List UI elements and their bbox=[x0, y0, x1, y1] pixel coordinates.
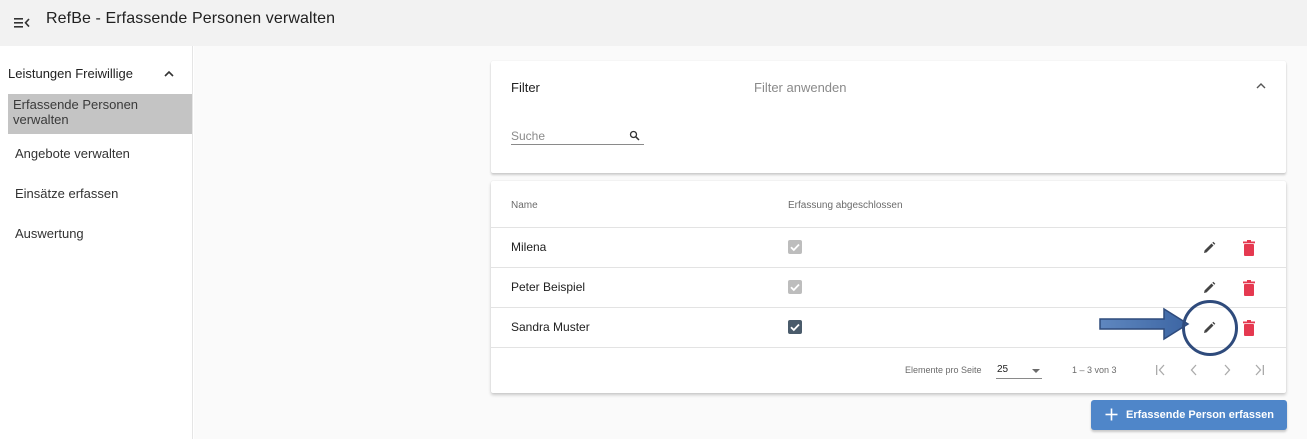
next-page-button[interactable] bbox=[1218, 361, 1236, 379]
paginator: Elemente pro Seite 25 1 – 3 von 3 bbox=[491, 347, 1286, 393]
first-page-button[interactable] bbox=[1152, 361, 1170, 379]
sidebar-item-label: Erfassende Personen verwalten bbox=[13, 97, 139, 127]
add-person-label: Erfassende Person erfassen bbox=[1126, 409, 1274, 421]
annotation-arrow-icon bbox=[1098, 306, 1190, 342]
sidebar-item-auswertung[interactable]: Auswertung bbox=[0, 226, 193, 241]
menu-collapse-icon[interactable] bbox=[13, 12, 33, 32]
filter-panel: Filter Filter anwenden bbox=[491, 61, 1286, 173]
dropdown-caret-icon bbox=[1032, 369, 1040, 373]
pencil-icon bbox=[1204, 241, 1216, 253]
cell-name: Peter Beispiel bbox=[511, 280, 586, 294]
previous-page-button[interactable] bbox=[1185, 361, 1203, 379]
completed-checkbox bbox=[788, 280, 802, 294]
sidebar-item-angebote[interactable]: Angebote verwalten bbox=[0, 146, 193, 161]
column-header-name[interactable]: Name bbox=[511, 200, 538, 211]
table-row: Peter Beispiel bbox=[491, 267, 1286, 307]
last-page-button[interactable] bbox=[1250, 361, 1268, 379]
search-input[interactable] bbox=[511, 129, 621, 143]
items-per-page-label: Elemente pro Seite bbox=[905, 365, 982, 375]
sidebar-group-leistungen[interactable]: Leistungen Freiwillige bbox=[8, 66, 183, 86]
plus-icon bbox=[1105, 408, 1118, 421]
filter-title[interactable]: Filter bbox=[511, 80, 540, 95]
first-page-icon bbox=[1156, 364, 1165, 376]
trash-icon bbox=[1243, 280, 1255, 296]
items-per-page-value: 25 bbox=[997, 364, 1009, 375]
sidebar: Leistungen Freiwillige Erfassende Person… bbox=[0, 46, 193, 439]
last-page-icon bbox=[1255, 364, 1264, 376]
annotation-highlight-circle bbox=[1182, 300, 1238, 356]
sidebar-item-label: Angebote verwalten bbox=[15, 146, 130, 161]
chevron-right-icon bbox=[1224, 364, 1231, 376]
trash-icon bbox=[1243, 240, 1255, 256]
cell-name: Milena bbox=[511, 240, 547, 254]
sidebar-item-label: Einsätze erfassen bbox=[15, 186, 119, 201]
sidebar-item-label: Auswertung bbox=[15, 226, 84, 241]
search-icon bbox=[629, 128, 640, 141]
delete-button[interactable] bbox=[1241, 238, 1257, 258]
sidebar-item-erfassende-personen[interactable]: Erfassende Personen verwalten bbox=[8, 94, 192, 134]
sidebar-item-einsaetze[interactable]: Einsätze erfassen bbox=[0, 186, 193, 201]
page-title: RefBe - Erfassende Personen verwalten bbox=[46, 10, 336, 27]
chevron-up-icon[interactable] bbox=[1254, 79, 1268, 93]
sidebar-group-label: Leistungen Freiwillige bbox=[8, 66, 134, 81]
persons-table: Name Erfassung abgeschlossen Milena Pete… bbox=[491, 181, 1286, 393]
completed-checkbox bbox=[788, 240, 802, 254]
pencil-icon bbox=[1204, 281, 1216, 293]
column-header-completed[interactable]: Erfassung abgeschlossen bbox=[788, 200, 903, 211]
edit-button[interactable] bbox=[1199, 238, 1219, 258]
completed-checkbox[interactable] bbox=[788, 320, 802, 334]
delete-button[interactable] bbox=[1241, 318, 1257, 338]
chevron-left-icon bbox=[1190, 364, 1197, 376]
add-person-button[interactable]: Erfassende Person erfassen bbox=[1091, 400, 1287, 430]
trash-icon bbox=[1243, 320, 1255, 336]
app-toolbar: RefBe - Erfassende Personen verwalten bbox=[0, 0, 1307, 46]
items-per-page-select[interactable]: 25 bbox=[996, 363, 1042, 379]
delete-button[interactable] bbox=[1241, 278, 1257, 298]
table-row: Milena bbox=[491, 227, 1286, 267]
chevron-up-icon bbox=[163, 68, 175, 80]
edit-button[interactable] bbox=[1199, 278, 1219, 298]
filter-description: Filter anwenden bbox=[754, 80, 847, 95]
cell-name: Sandra Muster bbox=[511, 320, 590, 334]
search-field bbox=[511, 127, 644, 145]
page-range-label: 1 – 3 von 3 bbox=[1072, 365, 1117, 375]
